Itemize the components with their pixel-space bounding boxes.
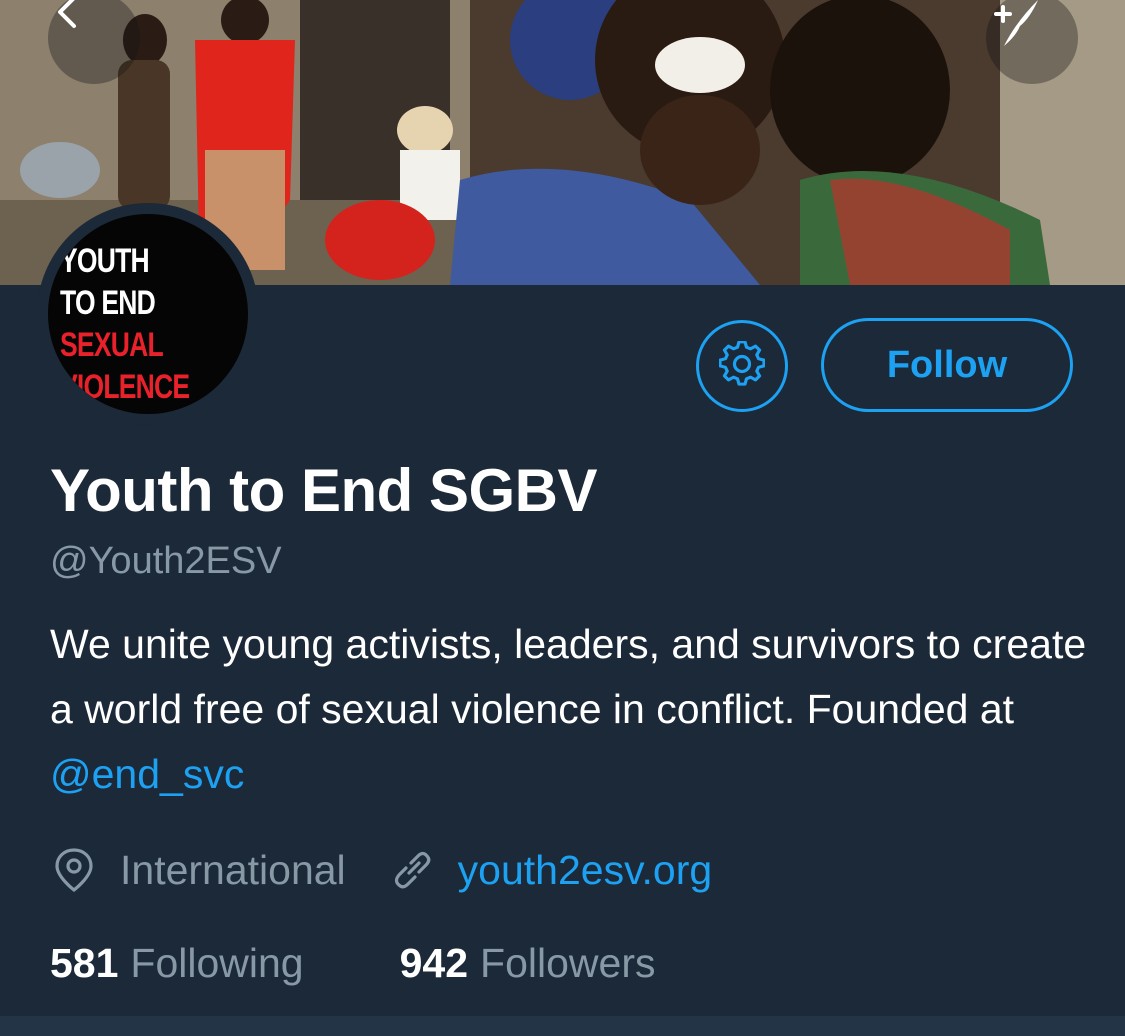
tab-bar-edge bbox=[0, 1016, 1125, 1036]
follow-button[interactable]: Follow bbox=[821, 318, 1073, 412]
profile-name: Youth to End SGBV bbox=[50, 457, 598, 524]
avatar-logo-line: YOUTH bbox=[60, 242, 150, 280]
location-pin-icon bbox=[50, 846, 98, 894]
location-text: International bbox=[120, 846, 346, 893]
profile-stats: 581 Following 942 Followers bbox=[50, 935, 655, 991]
bio-mention-link[interactable]: @end_svc bbox=[50, 751, 244, 797]
profile-handle: @Youth2ESV bbox=[50, 540, 282, 582]
link-icon bbox=[388, 846, 436, 894]
profile-settings-button[interactable] bbox=[696, 320, 788, 412]
bio-text: We unite young activists, leaders, and s… bbox=[50, 621, 1087, 732]
profile-meta: International youth2esv.org bbox=[50, 842, 712, 898]
avatar-logo-line: VIOLENCE bbox=[60, 368, 190, 406]
avatar[interactable]: YOUTH TO END SEXUAL VIOLENCE bbox=[48, 214, 248, 414]
website-link[interactable]: youth2esv.org bbox=[458, 847, 713, 894]
following-label[interactable]: Following bbox=[130, 940, 303, 987]
avatar-logo-line: SEXUAL bbox=[60, 326, 164, 364]
avatar-logo-line: TO END bbox=[60, 284, 156, 322]
following-count[interactable]: 581 bbox=[50, 940, 118, 987]
gear-icon bbox=[718, 339, 766, 392]
followers-count[interactable]: 942 bbox=[400, 940, 468, 987]
followers-label[interactable]: Followers bbox=[480, 940, 655, 987]
profile-bio: We unite young activists, leaders, and s… bbox=[50, 612, 1090, 807]
